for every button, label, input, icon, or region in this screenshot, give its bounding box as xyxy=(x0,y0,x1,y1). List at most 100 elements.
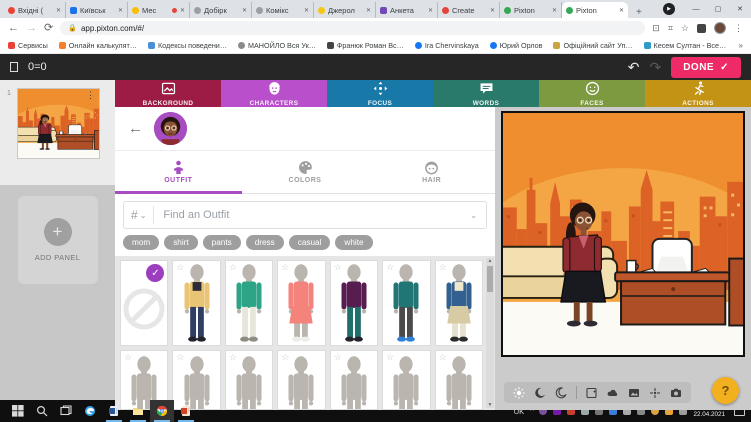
favorite-star-icon[interactable]: ☆ xyxy=(176,352,184,363)
outfit-search-input[interactable] xyxy=(154,209,470,221)
close-icon[interactable]: ✕ xyxy=(490,7,495,14)
favorite-star-icon[interactable]: ☆ xyxy=(439,262,447,273)
close-icon[interactable]: ✕ xyxy=(180,7,185,14)
browser-tab[interactable]: Мес ✕ xyxy=(128,2,190,18)
redo-icon[interactable]: ↷ xyxy=(649,59,661,76)
image-effect-icon[interactable] xyxy=(586,387,598,399)
scrollbar-thumb[interactable] xyxy=(487,266,493,292)
file-explorer-icon[interactable] xyxy=(126,400,150,422)
outfit-card[interactable]: ☆ xyxy=(277,350,325,410)
panel-menu-icon[interactable]: ⋮ xyxy=(83,89,98,102)
daylight-icon[interactable] xyxy=(513,387,525,399)
outfit-card[interactable]: ☆ xyxy=(382,350,430,410)
bookmark-item[interactable]: Сервисы xyxy=(8,41,48,50)
browser-tab[interactable]: Добірк ✕ xyxy=(190,2,252,18)
browser-tab[interactable]: Джерол ✕ xyxy=(314,2,376,18)
tab-colors[interactable]: COLORS xyxy=(242,151,369,193)
character-avatar[interactable] xyxy=(154,112,187,145)
tab-actions[interactable]: ACTIONS xyxy=(645,80,751,107)
outfit-card[interactable]: ☆ xyxy=(277,260,325,346)
outfit-card[interactable]: ☆ xyxy=(172,260,220,346)
outfit-card[interactable]: ☆ xyxy=(435,350,483,410)
favorite-star-icon[interactable]: ☆ xyxy=(124,352,132,363)
tag-chip[interactable]: shirt xyxy=(164,235,197,250)
taskbar-search-icon[interactable] xyxy=(30,400,54,422)
browser-tab[interactable]: Київськ ✕ xyxy=(66,2,128,18)
outfit-card-none[interactable]: ✓ xyxy=(120,260,168,346)
forward-icon[interactable]: → xyxy=(26,23,37,34)
browser-menu-icon[interactable]: ⋮ xyxy=(734,23,743,34)
bookmark-item[interactable]: Кодексы поведени… xyxy=(148,41,227,50)
tag-chip[interactable]: white xyxy=(335,235,372,250)
favorite-star-icon[interactable]: ☆ xyxy=(334,262,342,273)
favorite-star-icon[interactable]: ☆ xyxy=(334,352,342,363)
close-window-button[interactable]: ✕ xyxy=(729,0,751,18)
tab-faces[interactable]: FACES xyxy=(539,80,645,107)
browser-tab[interactable]: Create ✕ xyxy=(438,2,500,18)
tab-background[interactable]: BACKGROUND xyxy=(115,80,221,107)
chevron-down-icon[interactable]: ⌄ xyxy=(470,211,486,220)
outfit-card[interactable]: ☆ xyxy=(330,350,378,410)
chrome-icon[interactable] xyxy=(150,400,174,422)
bookmark-item[interactable]: МАНОЙЛО Вся Ук… xyxy=(238,41,316,50)
tab-focus[interactable]: FOCUS xyxy=(327,80,433,107)
close-icon[interactable]: ✕ xyxy=(304,7,309,14)
bookmark-item[interactable]: Ira Chervinskaya xyxy=(415,41,479,50)
outfit-card[interactable]: ☆ xyxy=(225,350,273,410)
outfit-card[interactable]: ☆ xyxy=(382,260,430,346)
presentation-document-icon[interactable] xyxy=(174,400,198,422)
bookmarks-overflow-icon[interactable]: » xyxy=(739,41,743,50)
maximize-button[interactable]: ▢ xyxy=(707,0,729,18)
outfit-card[interactable]: ☆ xyxy=(330,260,378,346)
browser-tab[interactable]: Анкета ✕ xyxy=(376,2,438,18)
bookmark-item[interactable]: Офіційний сайт Уп… xyxy=(553,41,632,50)
bookmark-item[interactable]: Франюк Роман Вс… xyxy=(327,41,404,50)
tab-words[interactable]: WORDS xyxy=(433,80,539,107)
undo-icon[interactable]: ↶ xyxy=(628,59,640,76)
favorite-star-icon[interactable]: ☆ xyxy=(281,262,289,273)
bookmark-item[interactable]: Онлайн калькулят… xyxy=(59,41,137,50)
close-icon[interactable]: ✕ xyxy=(619,7,624,14)
tab-hair[interactable]: HAIR xyxy=(368,151,495,193)
profile-avatar[interactable] xyxy=(714,22,726,34)
browser-tab[interactable]: Pixton ✕ xyxy=(500,2,562,18)
extensions-icon[interactable] xyxy=(697,24,706,33)
camera-icon[interactable] xyxy=(670,387,682,399)
cloud-icon[interactable] xyxy=(607,387,619,399)
favorite-star-icon[interactable]: ☆ xyxy=(229,352,237,363)
night-icon[interactable] xyxy=(534,387,546,399)
add-panel-button[interactable]: + ADD PANEL xyxy=(18,196,98,284)
favorite-star-icon[interactable]: ☆ xyxy=(386,262,394,273)
bookmark-item[interactable]: Кесем Султан - Все… xyxy=(644,41,727,50)
tag-filter-dropdown[interactable]: # ⌄ xyxy=(124,208,153,222)
moonlight-icon[interactable] xyxy=(555,387,567,399)
close-icon[interactable]: ✕ xyxy=(428,7,433,14)
comic-panel[interactable] xyxy=(501,111,745,357)
favorite-star-icon[interactable]: ☆ xyxy=(229,262,237,273)
bookmark-item[interactable]: Юрий Орлов xyxy=(490,41,543,50)
edge-icon[interactable] xyxy=(78,400,102,422)
word-document-icon[interactable] xyxy=(102,400,126,422)
done-button[interactable]: DONE ✓ xyxy=(671,57,741,78)
tag-chip[interactable]: dress xyxy=(246,235,284,250)
back-icon[interactable]: ← xyxy=(8,23,19,34)
close-icon[interactable]: ✕ xyxy=(242,7,247,14)
favorite-star-icon[interactable]: ☆ xyxy=(386,352,394,363)
panel-thumbnail[interactable]: ⋮ xyxy=(17,88,100,159)
browser-tab[interactable]: Комікс ✕ xyxy=(252,2,314,18)
apps-grid-icon[interactable]: ⌗ xyxy=(668,23,673,34)
outfit-card[interactable]: ☆ xyxy=(225,260,273,346)
cast-icon[interactable]: ⊡ xyxy=(652,23,660,34)
scroll-down-icon[interactable]: ▼ xyxy=(488,402,493,408)
task-view-icon[interactable] xyxy=(54,400,78,422)
background-photo-icon[interactable] xyxy=(628,387,640,399)
browser-tab-active[interactable]: Pixton ✕ xyxy=(562,2,628,18)
favorite-star-icon[interactable]: ☆ xyxy=(176,262,184,273)
minimize-button[interactable]: — xyxy=(685,0,707,18)
url-field[interactable]: 🔒 app.pixton.com/#/ xyxy=(60,21,645,35)
start-button[interactable] xyxy=(6,400,30,422)
back-icon[interactable]: ← xyxy=(128,120,143,137)
tab-characters[interactable]: CHARACTERS xyxy=(221,80,327,107)
tag-chip[interactable]: pants xyxy=(203,235,241,250)
focus-point-icon[interactable] xyxy=(649,387,661,399)
